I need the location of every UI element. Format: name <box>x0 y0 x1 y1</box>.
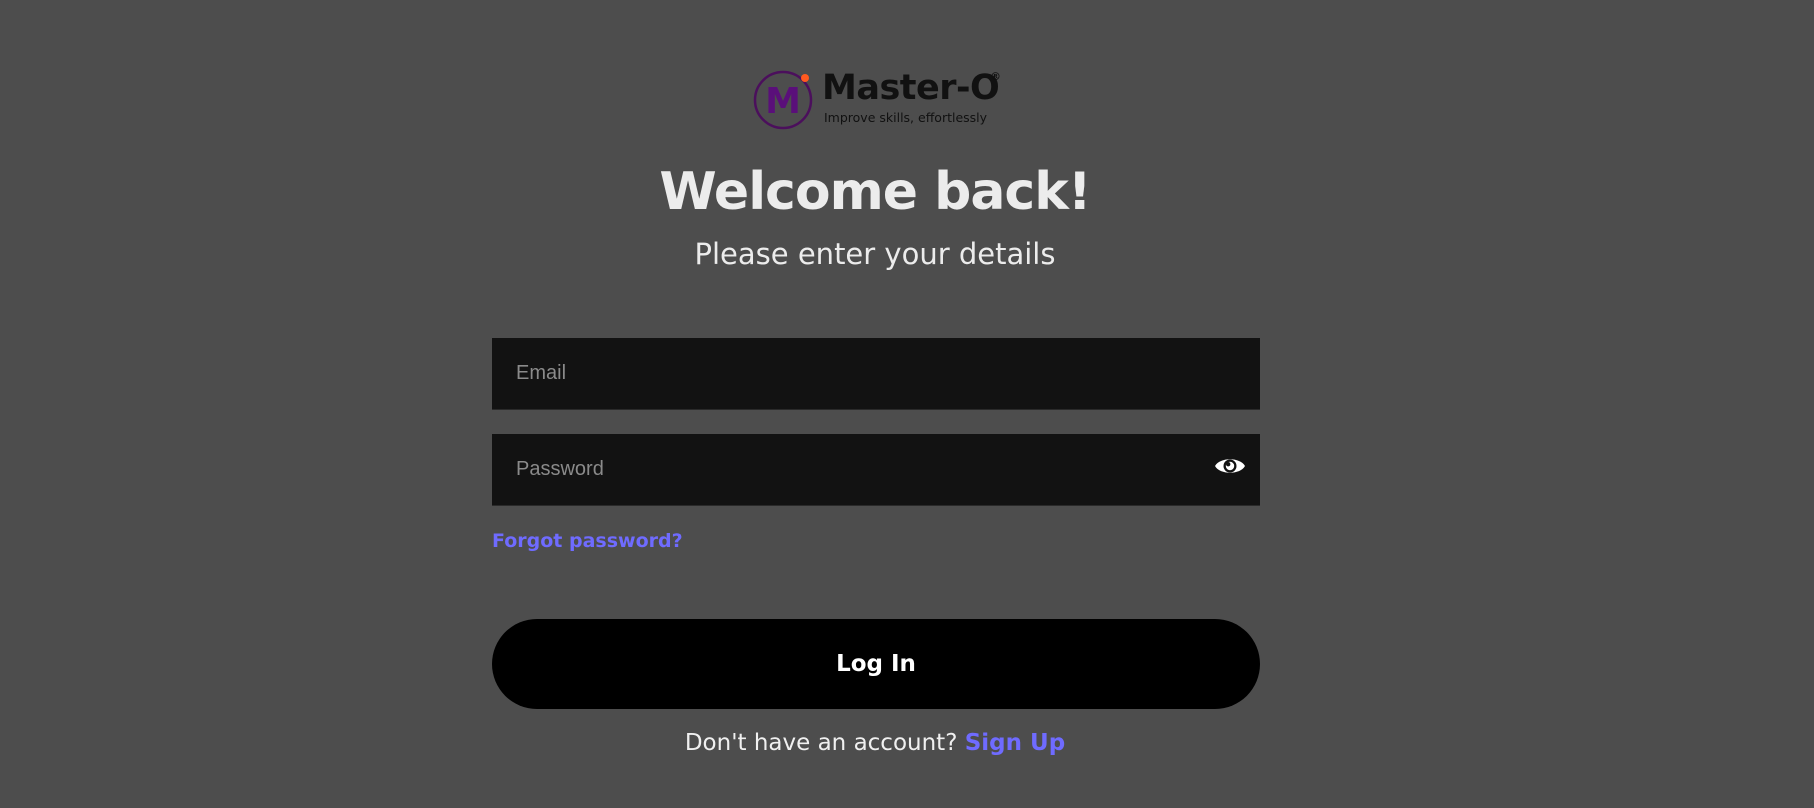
login-page: M Master-O ® Improve skills, effortlessl… <box>0 0 1814 808</box>
signup-row: Don't have an account? Sign Up <box>0 726 1750 760</box>
eye-icon[interactable] <box>1214 450 1246 482</box>
signup-link[interactable]: Sign Up <box>965 730 1065 756</box>
logo-mark-icon: M <box>753 70 813 130</box>
login-button[interactable]: Log In <box>492 619 1260 709</box>
forgot-password-link[interactable]: Forgot password? <box>492 530 683 552</box>
brand-tagline: Improve skills, effortlessly <box>824 110 988 125</box>
email-field[interactable] <box>492 338 1260 409</box>
svg-text:M: M <box>765 81 801 122</box>
page-subtitle: Please enter your details <box>694 237 1056 271</box>
registered-mark: ® <box>990 70 1001 83</box>
brand-name: Master-O <box>822 68 1000 108</box>
email-field-container <box>492 338 1260 410</box>
page-title: Welcome back! <box>659 162 1091 222</box>
password-field[interactable] <box>492 434 1260 505</box>
signup-prompt: Don't have an account? <box>684 730 965 756</box>
password-field-container <box>492 434 1260 506</box>
brand-logo: M Master-O ® Improve skills, effortlessl… <box>752 66 1012 134</box>
